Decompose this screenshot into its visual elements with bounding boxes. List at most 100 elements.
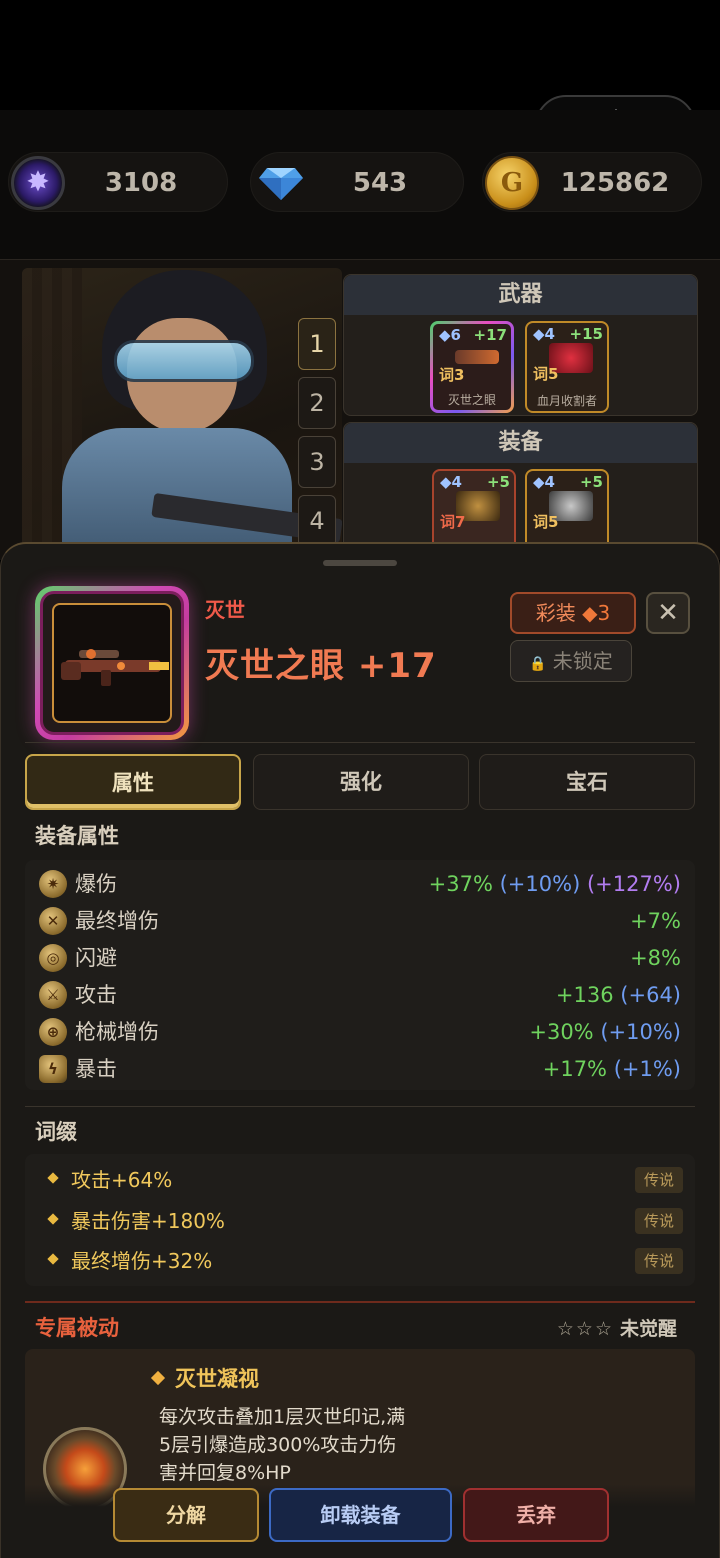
tab-enhance[interactable]: 强化 xyxy=(253,754,469,810)
slot-level: ◆4 xyxy=(533,325,555,343)
attribute-bonus: (+10%) xyxy=(600,1020,681,1044)
loadout-tab-4[interactable]: 4 xyxy=(298,495,336,547)
attribute-name: 枪械增伤 xyxy=(75,1020,159,1044)
slot-affix: 词3 xyxy=(439,366,465,384)
currency-value: 125862 xyxy=(560,168,670,198)
attributes-list: ✷ 爆伤 +37% (+10%) (+127%) ✕ 最终增伤 +7% ◎ 闪避… xyxy=(25,860,695,1090)
attribute-name: 爆伤 xyxy=(75,872,117,896)
slot-plus: +17 xyxy=(473,326,507,344)
affix-rarity-tag: 传说 xyxy=(635,1248,683,1274)
loadout-tabs: 1 2 3 4 xyxy=(298,318,338,554)
attribute-row: ⚔ 攻击 +136 (+64) xyxy=(35,977,681,1014)
loadout-tab-3[interactable]: 3 xyxy=(298,436,336,488)
diamond-bullet-icon xyxy=(47,1213,59,1225)
passive-divider xyxy=(25,1301,695,1303)
slot-affix: 词5 xyxy=(533,513,559,531)
equipment-panel-title: 装备 xyxy=(344,423,697,463)
affix-row: 最终增伤+32% 传说 xyxy=(45,1242,683,1282)
attribute-name: 闪避 xyxy=(75,946,117,970)
lock-toggle-button[interactable]: 🔒 未锁定 xyxy=(510,640,632,682)
affix-list: 攻击+64% 传说 暴击伤害+180% 传说 最终增伤+32% 传说 xyxy=(25,1154,695,1286)
action-bar: 分解 卸载装备 丢弃 xyxy=(1,1484,719,1558)
dodge-icon: ◎ xyxy=(39,944,67,972)
passive-skill-name: 灭世凝视 xyxy=(150,1363,259,1393)
diamond-bullet-icon xyxy=(47,1172,59,1184)
gun-damage-icon: ⊕ xyxy=(39,1018,67,1046)
detail-tabs: 属性 强化 宝石 xyxy=(25,754,695,812)
affixes-title: 词缀 xyxy=(35,1120,77,1144)
weapon-slot-2[interactable]: ◆4 +15 词5 血月收割者 xyxy=(525,321,609,413)
description-line: 5层引爆造成300%攻击力伤 xyxy=(159,1434,397,1456)
slot-level: ◆4 xyxy=(440,473,462,491)
close-button[interactable]: ✕ xyxy=(646,592,690,634)
slot-name: 灭世之眼 xyxy=(447,393,496,407)
attribute-name: 暴击 xyxy=(75,1057,117,1081)
lock-label: 未锁定 xyxy=(552,649,613,673)
item-icon-frame xyxy=(35,586,189,740)
attribute-row: ⊕ 枪械增伤 +30% (+10%) xyxy=(35,1014,681,1051)
attribute-name: 攻击 xyxy=(75,983,117,1007)
decompose-button[interactable]: 分解 xyxy=(113,1488,259,1542)
slot-level: ◆6 xyxy=(439,326,461,344)
awaken-label: 未觉醒 xyxy=(619,1318,677,1340)
attribute-row: ϟ 暴击 +17% (+1%) xyxy=(35,1051,681,1088)
diamond-icon xyxy=(253,156,307,210)
loadout-tab-2[interactable]: 2 xyxy=(298,377,336,429)
slot-affix: 词5 xyxy=(533,365,559,383)
tab-attributes[interactable]: 属性 xyxy=(25,754,241,810)
attribute-bonus: (+64) xyxy=(620,983,681,1007)
currency-crystal[interactable]: 3108 xyxy=(8,152,228,212)
awaken-status: ☆☆☆ 未觉醒 xyxy=(557,1314,677,1341)
passive-title: 专属被动 xyxy=(35,1316,119,1340)
attribute-base: +7% xyxy=(630,909,681,933)
currency-bar: 3108 543 125862 xyxy=(0,110,720,260)
gold-coin-icon xyxy=(485,156,539,210)
slot-plus: +5 xyxy=(579,473,603,491)
affix-text: 最终增伤+32% xyxy=(71,1249,213,1273)
loadout-tab-1[interactable]: 1 xyxy=(298,318,336,370)
attribute-base: +8% xyxy=(630,946,681,970)
top-bar: ••• xyxy=(0,0,720,157)
rarity-level: ◆3 xyxy=(582,601,611,625)
unequip-button[interactable]: 卸载装备 xyxy=(269,1488,452,1542)
currency-gold[interactable]: 125862 xyxy=(482,152,702,212)
attribute-name: 最终增伤 xyxy=(75,909,159,933)
slot-level: ◆4 xyxy=(533,473,555,491)
tab-gem[interactable]: 宝石 xyxy=(479,754,695,810)
description-line: 每次攻击叠加1层灭世印记,满 xyxy=(159,1406,406,1428)
affix-text: 攻击+64% xyxy=(71,1168,173,1192)
attribute-row: ✷ 爆伤 +37% (+10%) (+127%) xyxy=(35,866,681,903)
attribute-row: ◎ 闪避 +8% xyxy=(35,940,681,977)
item-detail-sheet: 灭世 灭世之眼 +17 彩装 ◆3 ✕ 🔒 未锁定 属性 强化 宝石 装备属性 ✷… xyxy=(0,542,720,1558)
purple-crystal-icon xyxy=(11,156,65,210)
skill-name-text: 灭世凝视 xyxy=(175,1367,259,1391)
item-name: 灭世之眼 +17 xyxy=(205,646,437,686)
rifle-icon xyxy=(61,649,169,686)
attribute-base: +17% xyxy=(542,1057,608,1081)
slot-name: 血月收割者 xyxy=(536,394,597,408)
currency-value: 3108 xyxy=(104,168,178,198)
affix-text: 暴击伤害+180% xyxy=(71,1209,225,1233)
star-rating-icon: ☆☆☆ xyxy=(556,1318,614,1340)
crit-damage-icon: ✷ xyxy=(39,870,67,898)
affix-row: 攻击+64% 传说 xyxy=(45,1161,683,1201)
rarity-label: 彩装 xyxy=(535,601,576,625)
attack-icon: ⚔ xyxy=(39,981,67,1009)
sheet-drag-handle[interactable] xyxy=(323,560,397,566)
currency-diamond[interactable]: 543 xyxy=(250,152,464,212)
discard-button[interactable]: 丢弃 xyxy=(463,1488,609,1542)
slot-plus: +5 xyxy=(486,473,510,491)
description-line: 害并回复8%HP xyxy=(159,1462,291,1484)
lock-icon: 🔒 xyxy=(529,656,547,672)
slot-plus: +15 xyxy=(569,325,603,343)
character-scene: 1 2 3 4 武器 ◆6 +17 词3 灭世之眼 ◆4 +15 词5 血月收割… xyxy=(0,260,720,561)
attribute-base: +30% xyxy=(529,1020,594,1044)
slot-affix: 词7 xyxy=(440,513,466,531)
attribute-bonus-extra: (+127%) xyxy=(586,872,681,896)
crit-icon: ϟ xyxy=(39,1055,67,1083)
diamond-bullet-icon xyxy=(47,1253,59,1265)
weapon-slot-1[interactable]: ◆6 +17 词3 灭世之眼 xyxy=(430,321,514,413)
weapon-panel: 武器 ◆6 +17 词3 灭世之眼 ◆4 +15 词5 血月收割者 xyxy=(343,274,698,416)
attribute-row: ✕ 最终增伤 +7% xyxy=(35,903,681,940)
currency-value: 543 xyxy=(352,168,408,198)
